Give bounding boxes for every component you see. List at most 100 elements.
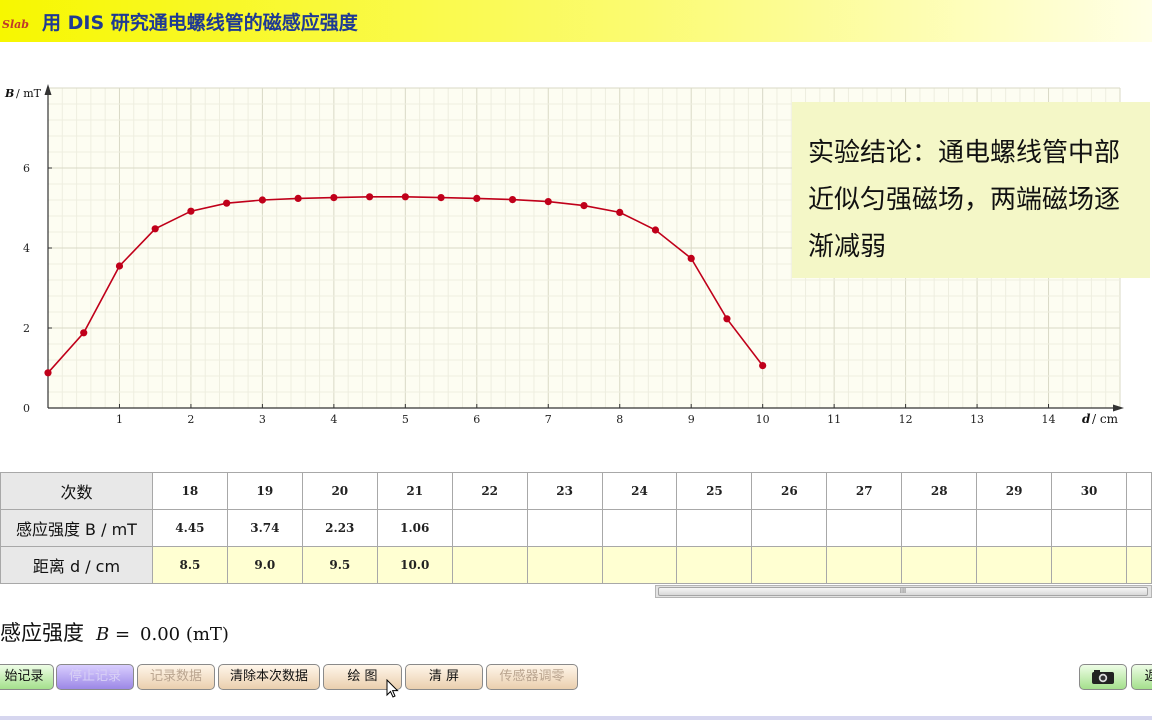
x-tick-label: 7 <box>545 413 552 426</box>
y-tick-label: 4 <box>23 242 30 255</box>
x-tick-label: 3 <box>259 413 266 426</box>
x-axis-label-var: d <box>1082 412 1091 426</box>
x-tick-label: 10 <box>756 413 770 426</box>
back-label: 返 <box>1144 669 1152 684</box>
table-cell-distance: 9.0 <box>226 546 303 584</box>
clear-screen-button[interactable]: 清 屏 <box>405 664 483 690</box>
data-point <box>294 194 302 202</box>
table-cell-field <box>826 509 903 547</box>
data-point <box>544 198 552 206</box>
readout-label: 感应强度 <box>0 621 84 645</box>
data-point <box>258 196 266 204</box>
table-horizontal-scrollbar[interactable]: III <box>655 585 1152 598</box>
table-cell-distance <box>601 546 678 584</box>
scrollbar-thumb[interactable]: III <box>658 587 1148 596</box>
data-point <box>580 202 588 210</box>
table-cell-distance <box>526 546 603 584</box>
table-cell-count: 18 <box>151 472 228 510</box>
data-point <box>508 196 517 204</box>
x-tick-label: 12 <box>899 413 913 426</box>
field-readout: 感应强度 B = 0.00 (mT) <box>0 617 229 647</box>
table-cell-field <box>601 509 678 547</box>
x-tick-label: 8 <box>616 413 623 426</box>
table-row-field: 感应强度 B / mT 4.45 3.74 2.23 1.06 <box>0 509 1152 547</box>
data-point <box>151 225 159 233</box>
x-tick-label: 13 <box>970 413 984 426</box>
table-cell-count: 21 <box>376 472 453 510</box>
table-cell-distance <box>976 546 1053 584</box>
table-cell-field <box>751 509 828 547</box>
y-tick-label: 0 <box>23 402 30 415</box>
table-cell-count: 28 <box>901 472 978 510</box>
data-point <box>330 194 338 202</box>
app-logo: Slab <box>2 18 29 31</box>
table-row-count: 次数 18 19 20 21 22 23 24 25 26 27 28 29 30 <box>0 472 1152 510</box>
x-tick-label: 5 <box>402 413 409 426</box>
y-tick-label: 2 <box>23 322 30 335</box>
table-cell-distance: 9.5 <box>301 546 378 584</box>
x-tick-label: 11 <box>827 413 841 426</box>
y-axis-label-unit: / mT <box>16 87 42 100</box>
table-cell-distance: 10.0 <box>376 546 453 584</box>
readout-value: 0.00 (mT) <box>140 624 229 645</box>
table-cell-distance <box>751 546 828 584</box>
table-cell-distance <box>826 546 903 584</box>
data-point <box>437 194 445 202</box>
table-cell-field: 2.23 <box>301 509 378 547</box>
data-point <box>187 207 195 215</box>
stop-record-button[interactable]: 停止记录 <box>56 664 134 690</box>
table-cell-distance <box>1126 546 1152 584</box>
table-cell-field <box>1126 509 1152 547</box>
data-point <box>651 226 660 234</box>
table-cell-count <box>1126 472 1152 510</box>
data-table: 次数 18 19 20 21 22 23 24 25 26 27 28 29 30 感应强度 B / m… <box>0 472 1152 584</box>
conclusion-box: 实验结论：通电螺线管中部近似匀强磁场，两端磁场逐渐减弱 <box>792 102 1150 278</box>
readout-variable: B = <box>96 624 131 645</box>
camera-button[interactable] <box>1079 664 1127 690</box>
record-data-label: 记录数据 <box>149 669 202 684</box>
table-cell-distance <box>901 546 978 584</box>
table-cell-field <box>1051 509 1127 547</box>
table-cell-count: 25 <box>676 472 753 510</box>
data-point <box>616 208 624 216</box>
table-cell-count: 26 <box>751 472 828 510</box>
table-cell-distance <box>1051 546 1127 584</box>
table-cell-field <box>526 509 603 547</box>
table-cell-distance <box>451 546 528 584</box>
table-cell-count: 23 <box>526 472 603 510</box>
table-cell-field: 3.74 <box>226 509 303 547</box>
data-point <box>401 193 409 201</box>
x-tick-label: 2 <box>187 413 194 426</box>
conclusion-text: 实验结论：通电螺线管中部近似匀强磁场，两端磁场逐渐减弱 <box>808 138 1121 262</box>
bottom-strip <box>0 716 1152 720</box>
sensor-zero-button[interactable]: 传感器调零 <box>486 664 578 690</box>
back-button[interactable]: 返 <box>1131 664 1152 690</box>
clear-screen-label: 清 屏 <box>428 669 460 684</box>
table-cell-count: 19 <box>226 472 303 510</box>
clear-this-data-button[interactable]: 清除本次数据 <box>218 664 320 690</box>
table-cell-count: 20 <box>301 472 378 510</box>
table-cell-field: 1.06 <box>376 509 453 547</box>
table-cell-count: 29 <box>976 472 1053 510</box>
title-bar: Slab 用 DIS 研究通电螺线管的磁感应强度 <box>0 0 1152 42</box>
x-axis-label-unit: / cm <box>1092 412 1119 426</box>
mouse-pointer-icon <box>386 679 399 698</box>
data-point <box>80 329 88 337</box>
table-cell-field <box>676 509 753 547</box>
record-data-button[interactable]: 记录数据 <box>137 664 215 690</box>
x-tick-label: 6 <box>473 413 480 426</box>
table-cell-count: 30 <box>1051 472 1127 510</box>
y-tick-label: 6 <box>23 162 30 175</box>
data-point <box>115 262 124 270</box>
data-point <box>473 194 481 202</box>
scrollbar-grip: III <box>899 587 907 595</box>
start-record-label: 始记录 <box>4 669 44 684</box>
row-label-count: 次数 <box>0 472 153 510</box>
camera-icon <box>1092 670 1114 684</box>
start-record-button[interactable]: 始记录 <box>0 664 54 690</box>
table-cell-distance: 8.5 <box>151 546 228 584</box>
table-cell-count: 22 <box>451 472 528 510</box>
window-title: 用 DIS 研究通电螺线管的磁感应强度 <box>42 12 358 34</box>
x-tick-label: 4 <box>330 413 337 426</box>
data-point <box>366 193 374 201</box>
